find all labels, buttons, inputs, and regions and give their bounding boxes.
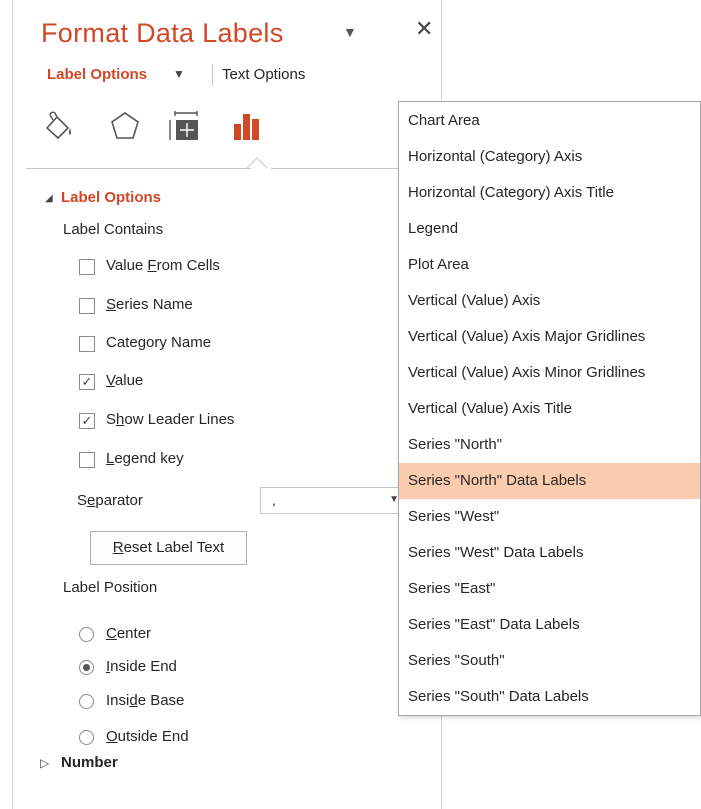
dropdown-item-legend[interactable]: Legend (399, 211, 700, 247)
radio[interactable] (79, 694, 94, 709)
separator-label: Separator (77, 492, 143, 509)
checkbox-label: Value (106, 372, 144, 389)
dropdown-item-vertical-axis-title[interactable]: Vertical (Value) Axis Title (399, 391, 700, 427)
icon-divider (271, 168, 411, 169)
separator-select[interactable]: , ▼ (260, 487, 406, 514)
checkbox[interactable] (79, 452, 95, 468)
checkbox[interactable] (79, 259, 95, 275)
radio[interactable] (79, 730, 94, 745)
dropdown-item-series-west[interactable]: Series "West" (399, 499, 700, 535)
tab-label-options[interactable]: Label Options (47, 66, 147, 83)
effects-icon[interactable] (107, 108, 143, 144)
fill-line-icon[interactable] (41, 108, 77, 144)
selected-tab-notch (247, 157, 267, 169)
tab-text-options[interactable]: Text Options (222, 66, 305, 83)
format-pane: Format Data Labels ▼ ✕ Label Options ▼ T… (12, 0, 442, 809)
dropdown-item-horizontal-axis[interactable]: Horizontal (Category) Axis (399, 139, 700, 175)
dropdown-item-series-west-data-labels[interactable]: Series "West" Data Labels (399, 535, 700, 571)
radio-selected[interactable] (79, 660, 94, 675)
dropdown-item-series-south[interactable]: Series "South" (399, 643, 700, 679)
checkbox-label: Legend key (106, 450, 184, 467)
expand-triangle-icon[interactable]: ▷ (40, 756, 49, 770)
checkbox-checked[interactable]: ✓ (79, 374, 95, 390)
dropdown-item-vertical-axis[interactable]: Vertical (Value) Axis (399, 283, 700, 319)
separator-value: , (272, 492, 276, 508)
chart-elements-dropdown[interactable]: Chart Area Horizontal (Category) Axis Ho… (398, 101, 701, 716)
dropdown-item-series-east[interactable]: Series "East" (399, 571, 700, 607)
pane-title: Format Data Labels (41, 18, 284, 48)
label-contains-heading: Label Contains (63, 221, 164, 238)
number-section-header[interactable]: Number (61, 754, 118, 771)
collapse-triangle-icon[interactable]: ◢ (45, 193, 53, 204)
dropdown-item-series-north[interactable]: Series "North" (399, 427, 700, 463)
dropdown-item-horizontal-axis-title[interactable]: Horizontal (Category) Axis Title (399, 175, 700, 211)
close-icon[interactable]: ✕ (415, 16, 433, 42)
icon-divider (26, 168, 251, 169)
dropdown-item-series-south-data-labels[interactable]: Series "South" Data Labels (399, 679, 700, 715)
tab-divider (212, 64, 213, 86)
dropdown-item-major-gridlines[interactable]: Vertical (Value) Axis Major Gridlines (399, 319, 700, 355)
dropdown-item-plot-area[interactable]: Plot Area (399, 247, 700, 283)
label-options-chart-icon[interactable] (229, 108, 265, 144)
radio-label: Outside End (106, 728, 189, 745)
checkbox-label: Category Name (106, 334, 212, 351)
size-properties-icon[interactable] (167, 108, 203, 144)
label-options-section-header[interactable]: Label Options (61, 189, 161, 206)
checkbox[interactable] (79, 298, 95, 314)
checkbox[interactable] (79, 336, 95, 352)
reset-label-text-button[interactable]: Reset Label Text (90, 531, 247, 565)
tab-label-options-chevron-icon[interactable]: ▼ (173, 67, 185, 81)
radio-label: Inside End (106, 658, 177, 675)
label-position-heading: Label Position (63, 579, 158, 596)
checkbox-label: Value From Cells (106, 257, 220, 274)
radio[interactable] (79, 627, 94, 642)
dropdown-item-series-east-data-labels[interactable]: Series "East" Data Labels (399, 607, 700, 643)
dropdown-item-chart-area[interactable]: Chart Area (399, 103, 700, 139)
checkbox-checked[interactable]: ✓ (79, 413, 95, 429)
radio-label: Inside Base (106, 692, 185, 709)
checkbox-label: Series Name (106, 296, 193, 313)
pane-menu-icon[interactable]: ▼ (343, 24, 357, 40)
dropdown-item-minor-gridlines[interactable]: Vertical (Value) Axis Minor Gridlines (399, 355, 700, 391)
dropdown-item-series-north-data-labels[interactable]: Series "North" Data Labels (399, 463, 700, 499)
checkbox-label: Show Leader Lines (106, 411, 235, 428)
radio-label: Center (106, 625, 152, 642)
